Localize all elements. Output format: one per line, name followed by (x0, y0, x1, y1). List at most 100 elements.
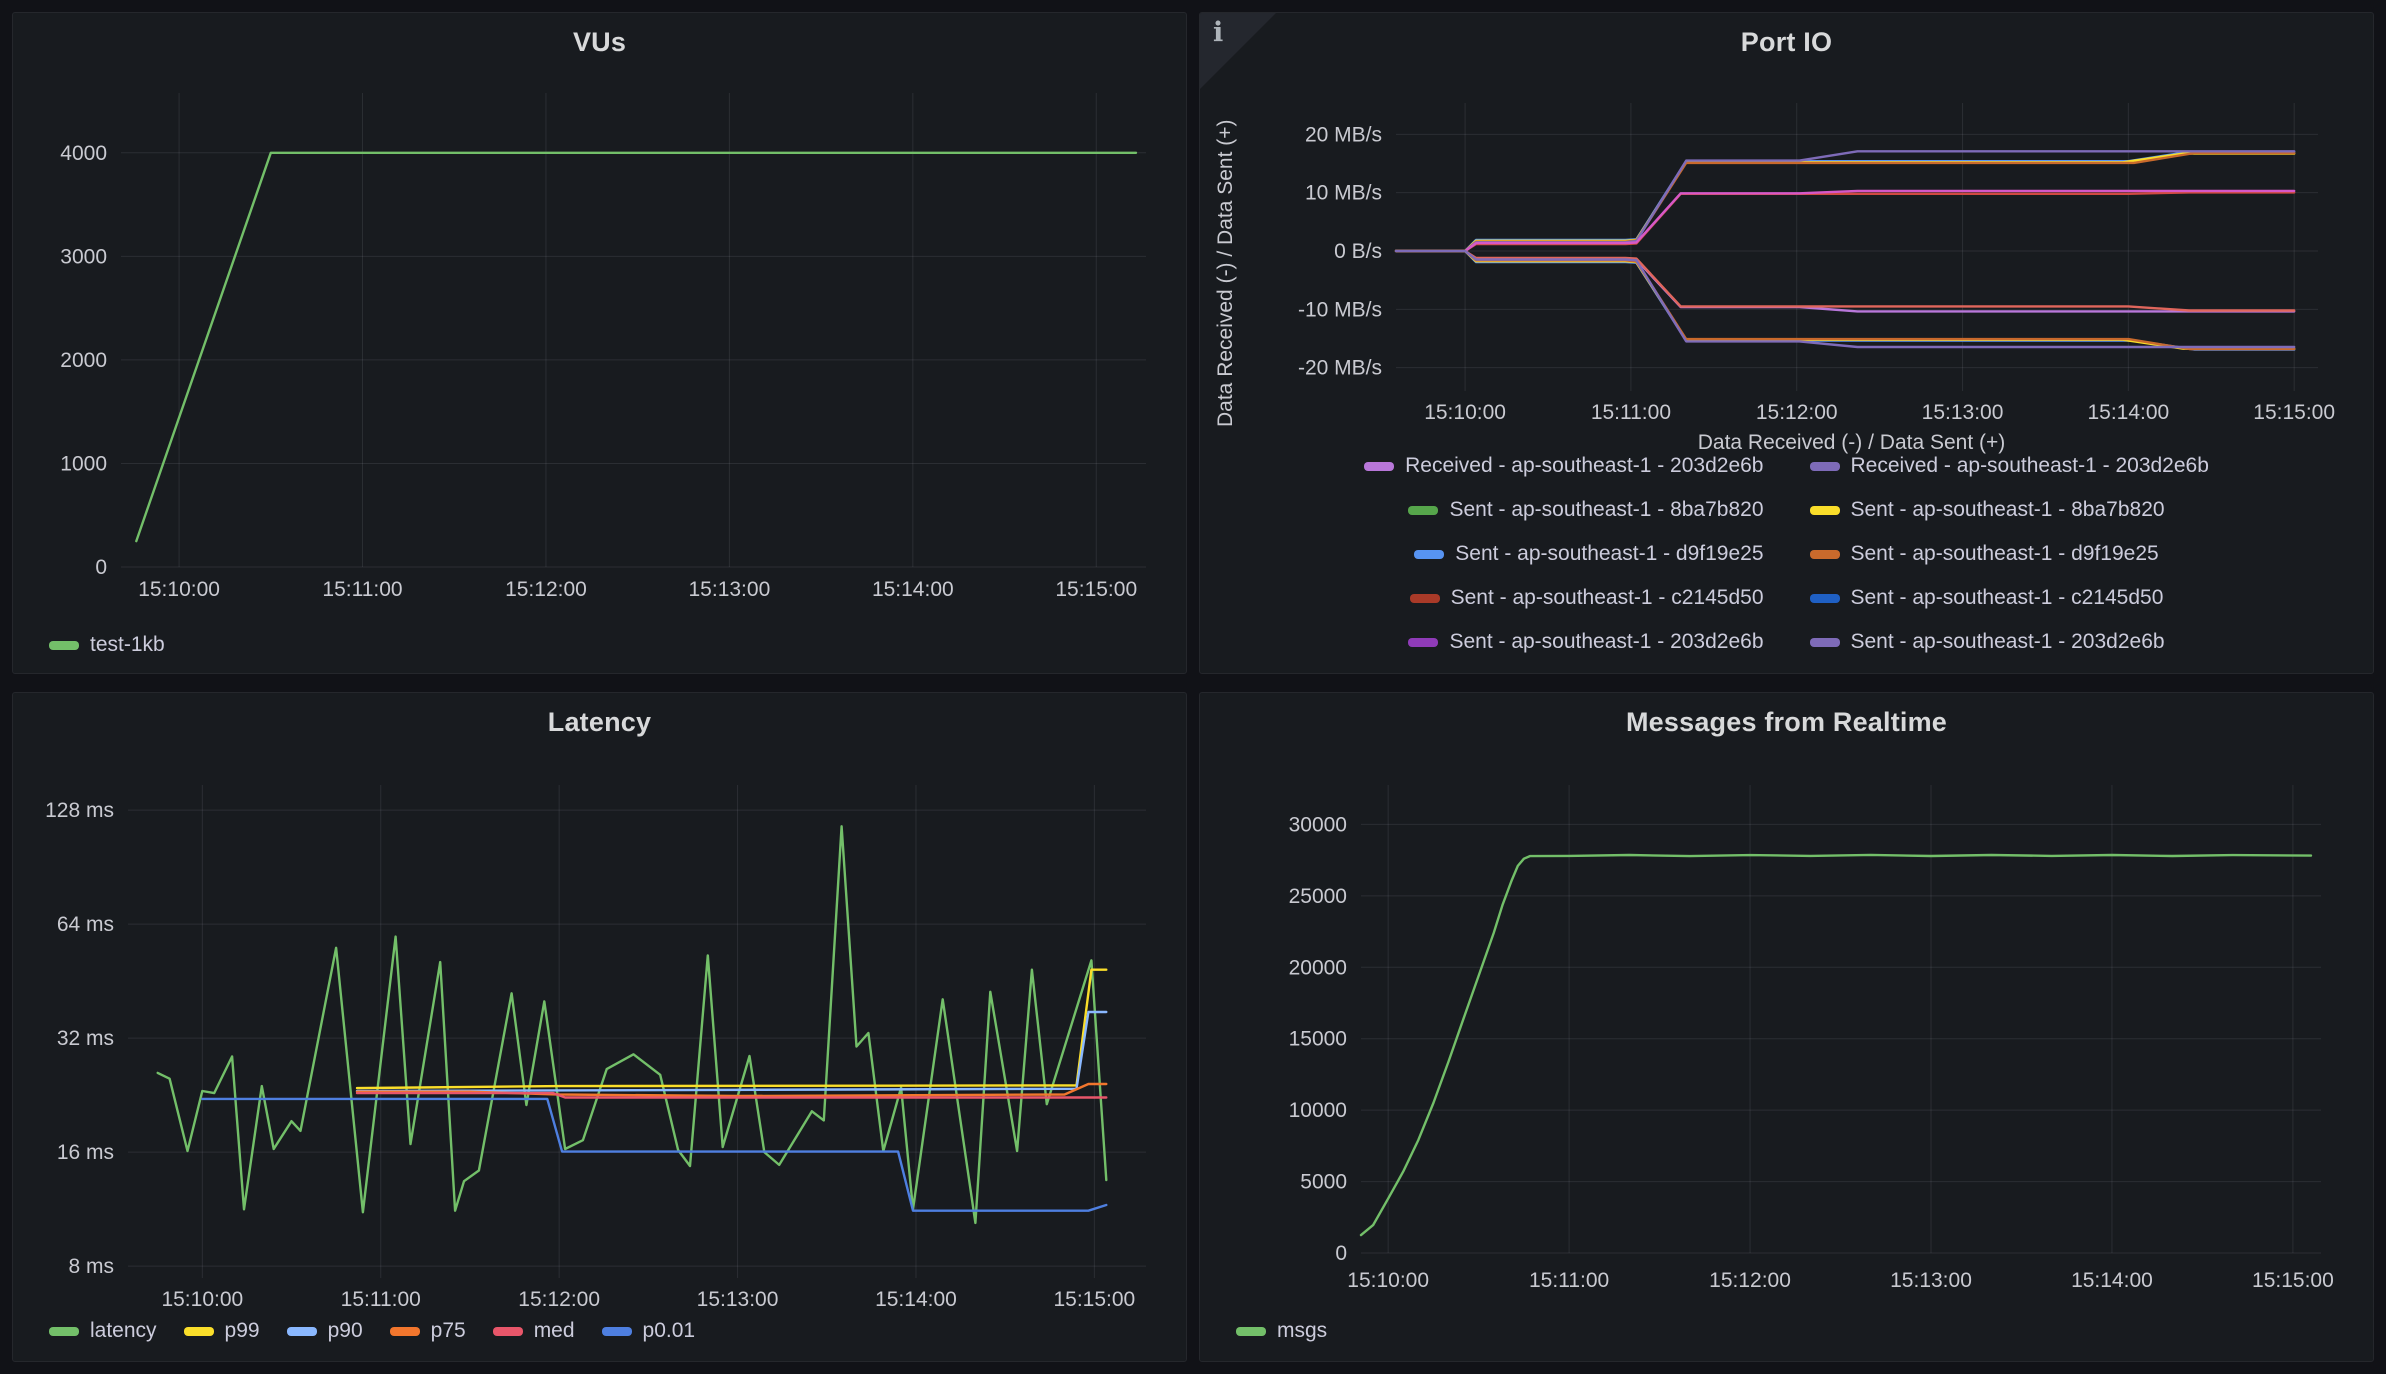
svg-text:15:11:00: 15:11:00 (1591, 401, 1671, 424)
legend-label: p99 (225, 1319, 260, 1343)
svg-text:0 B/s: 0 B/s (1334, 240, 1382, 263)
legend-swatch (287, 1327, 317, 1336)
legend-item[interactable]: p0.01 (602, 1319, 696, 1343)
svg-text:15:15:00: 15:15:00 (2252, 1269, 2334, 1292)
legend-item[interactable]: Sent - ap-southeast-1 - 203d2e6b (1408, 630, 1763, 654)
legend-label: Received - ap-southeast-1 - 203d2e6b (1405, 454, 1763, 478)
legend-item[interactable]: p75 (390, 1319, 466, 1343)
legend-row: Sent - ap-southeast-1 - 8ba7b820 Sent - a… (1408, 488, 2164, 532)
legend-item[interactable]: Sent - ap-southeast-1 - 203d2e6b (1810, 630, 2165, 654)
legend-item[interactable]: Sent - ap-southeast-1 - c2145d50 (1410, 586, 1764, 610)
svg-text:-10 MB/s: -10 MB/s (1298, 298, 1382, 321)
svg-text:15:14:00: 15:14:00 (872, 578, 954, 601)
svg-text:15:10:00: 15:10:00 (138, 578, 220, 601)
legend-row: Received - ap-southeast-1 - 203d2e6b Rece… (1364, 453, 2209, 488)
legend-item[interactable]: Sent - ap-southeast-1 - 8ba7b820 (1810, 498, 2165, 522)
legend-label: latency (90, 1319, 157, 1343)
latency-legend: latency p99 p90 p75 med p0.01 (49, 1311, 695, 1351)
svg-text:15:10:00: 15:10:00 (1347, 1269, 1429, 1292)
legend-label: Sent - ap-southeast-1 - 203d2e6b (1851, 630, 2165, 654)
legend-item[interactable]: Sent - ap-southeast-1 - 8ba7b820 (1408, 498, 1763, 522)
svg-text:10 MB/s: 10 MB/s (1305, 182, 1382, 205)
svg-text:15:14:00: 15:14:00 (2071, 1269, 2153, 1292)
port-io-chart-canvas[interactable]: 15:10:0015:11:0015:12:0015:13:0015:14:00… (1200, 13, 2374, 453)
svg-text:32 ms: 32 ms (57, 1027, 114, 1050)
svg-text:15:10:00: 15:10:00 (1424, 401, 1506, 424)
legend-swatch (1810, 550, 1840, 559)
legend-swatch (493, 1327, 523, 1336)
legend-label: p90 (328, 1319, 363, 1343)
svg-text:15:12:00: 15:12:00 (505, 578, 587, 601)
legend-item[interactable]: p90 (287, 1319, 363, 1343)
port-io-legend: Received - ap-southeast-1 - 203d2e6b Rece… (1200, 453, 2373, 673)
legend-swatch (49, 1327, 79, 1336)
legend-item[interactable]: Received - ap-southeast-1 - 203d2e6b (1364, 454, 1763, 478)
svg-text:10000: 10000 (1289, 1099, 1347, 1122)
svg-text:30000: 30000 (1289, 813, 1347, 836)
legend-swatch (1810, 506, 1840, 515)
legend-label: Sent - ap-southeast-1 - 8ba7b820 (1449, 498, 1763, 522)
svg-text:15:13:00: 15:13:00 (1890, 1269, 1972, 1292)
legend-label: Received - ap-southeast-1 - 203d2e6b (1851, 454, 2209, 478)
panel-messages: Messages from Realtime 15:10:0015:11:001… (1199, 692, 2374, 1362)
svg-text:15:15:00: 15:15:00 (2253, 401, 2335, 424)
legend-swatch (1810, 594, 1840, 603)
svg-text:-20 MB/s: -20 MB/s (1298, 357, 1382, 380)
svg-text:25000: 25000 (1289, 885, 1347, 908)
vus-chart-canvas[interactable]: 15:10:00 15:11:00 15:12:00 15:13:00 15:14:00… (13, 13, 1187, 625)
svg-text:20000: 20000 (1289, 956, 1347, 979)
grafana-dashboard: VUs 15:10:0015:11:0015:12:0015:13:0015:1… (0, 0, 2386, 1374)
legend-label: Sent - ap-southeast-1 - 8ba7b820 (1851, 498, 2165, 522)
legend-item[interactable]: test-1kb (49, 633, 165, 657)
legend-label: Sent - ap-southeast-1 - c2145d50 (1851, 586, 2164, 610)
legend-swatch (1810, 638, 1840, 647)
legend-item[interactable]: Received - ap-southeast-1 - 203d2e6b (1810, 454, 2209, 478)
legend-label: test-1kb (90, 633, 165, 657)
x-axis-label: Data Received (-) / Data Sent (+) (1330, 431, 2373, 455)
legend-label: Sent - ap-southeast-1 - d9f19e25 (1455, 542, 1763, 566)
vus-legend: test-1kb (49, 625, 165, 665)
svg-text:15:11:00: 15:11:00 (1529, 1269, 1609, 1292)
panel-latency: Latency 15:10:0015:11:0015:12:0015:13:00… (12, 692, 1187, 1362)
legend-label: Sent - ap-southeast-1 - d9f19e25 (1851, 542, 2159, 566)
svg-text:15:11:00: 15:11:00 (322, 578, 402, 601)
legend-row: Sent - ap-southeast-1 - c2145d50 Sent - a… (1410, 576, 2164, 620)
legend-row: Sent - ap-southeast-1 - 203d2e6b Sent - a… (1408, 620, 2164, 664)
legend-item[interactable]: p99 (184, 1319, 260, 1343)
svg-text:1000: 1000 (60, 452, 107, 475)
legend-swatch (1408, 638, 1438, 647)
svg-text:5000: 5000 (1300, 1171, 1347, 1194)
svg-text:15:15:00: 15:15:00 (1053, 1288, 1135, 1311)
legend-swatch (1410, 594, 1440, 603)
svg-text:15:13:00: 15:13:00 (689, 578, 771, 601)
legend-item[interactable]: Sent - ap-southeast-1 - c2145d50 (1810, 586, 2164, 610)
legend-swatch (390, 1327, 420, 1336)
panel-port-io: i Port IO 15:10:0015:11:0015:12:0015:13:… (1199, 12, 2374, 674)
svg-text:0: 0 (95, 556, 107, 579)
svg-text:128 ms: 128 ms (45, 799, 114, 822)
svg-text:16 ms: 16 ms (57, 1141, 114, 1164)
legend-item[interactable]: latency (49, 1319, 157, 1343)
latency-chart-canvas[interactable]: 15:10:0015:11:0015:12:0015:13:0015:14:00… (13, 693, 1187, 1323)
messages-chart-canvas[interactable]: 15:10:0015:11:0015:12:0015:13:0015:14:00… (1200, 693, 2374, 1323)
svg-text:15:12:00: 15:12:00 (518, 1288, 600, 1311)
svg-text:4000: 4000 (60, 142, 107, 165)
svg-text:15:14:00: 15:14:00 (875, 1288, 957, 1311)
svg-text:64 ms: 64 ms (57, 913, 114, 936)
svg-text:15000: 15000 (1289, 1028, 1347, 1051)
svg-text:15:11:00: 15:11:00 (341, 1288, 421, 1311)
legend-item[interactable]: Sent - ap-southeast-1 - d9f19e25 (1810, 542, 2159, 566)
svg-text:8 ms: 8 ms (68, 1255, 114, 1278)
svg-text:2000: 2000 (60, 349, 107, 372)
svg-text:15:13:00: 15:13:00 (1922, 401, 2004, 424)
legend-item[interactable]: med (493, 1319, 575, 1343)
legend-swatch (184, 1327, 214, 1336)
legend-item[interactable]: msgs (1236, 1319, 1327, 1343)
legend-swatch (1236, 1327, 1266, 1336)
svg-text:20 MB/s: 20 MB/s (1305, 123, 1382, 146)
legend-label: Sent - ap-southeast-1 - 203d2e6b (1449, 630, 1763, 654)
legend-item[interactable]: Sent - ap-southeast-1 - d9f19e25 (1414, 542, 1763, 566)
svg-text:15:15:00: 15:15:00 (1055, 578, 1137, 601)
legend-swatch (1408, 506, 1438, 515)
legend-label: msgs (1277, 1319, 1327, 1343)
